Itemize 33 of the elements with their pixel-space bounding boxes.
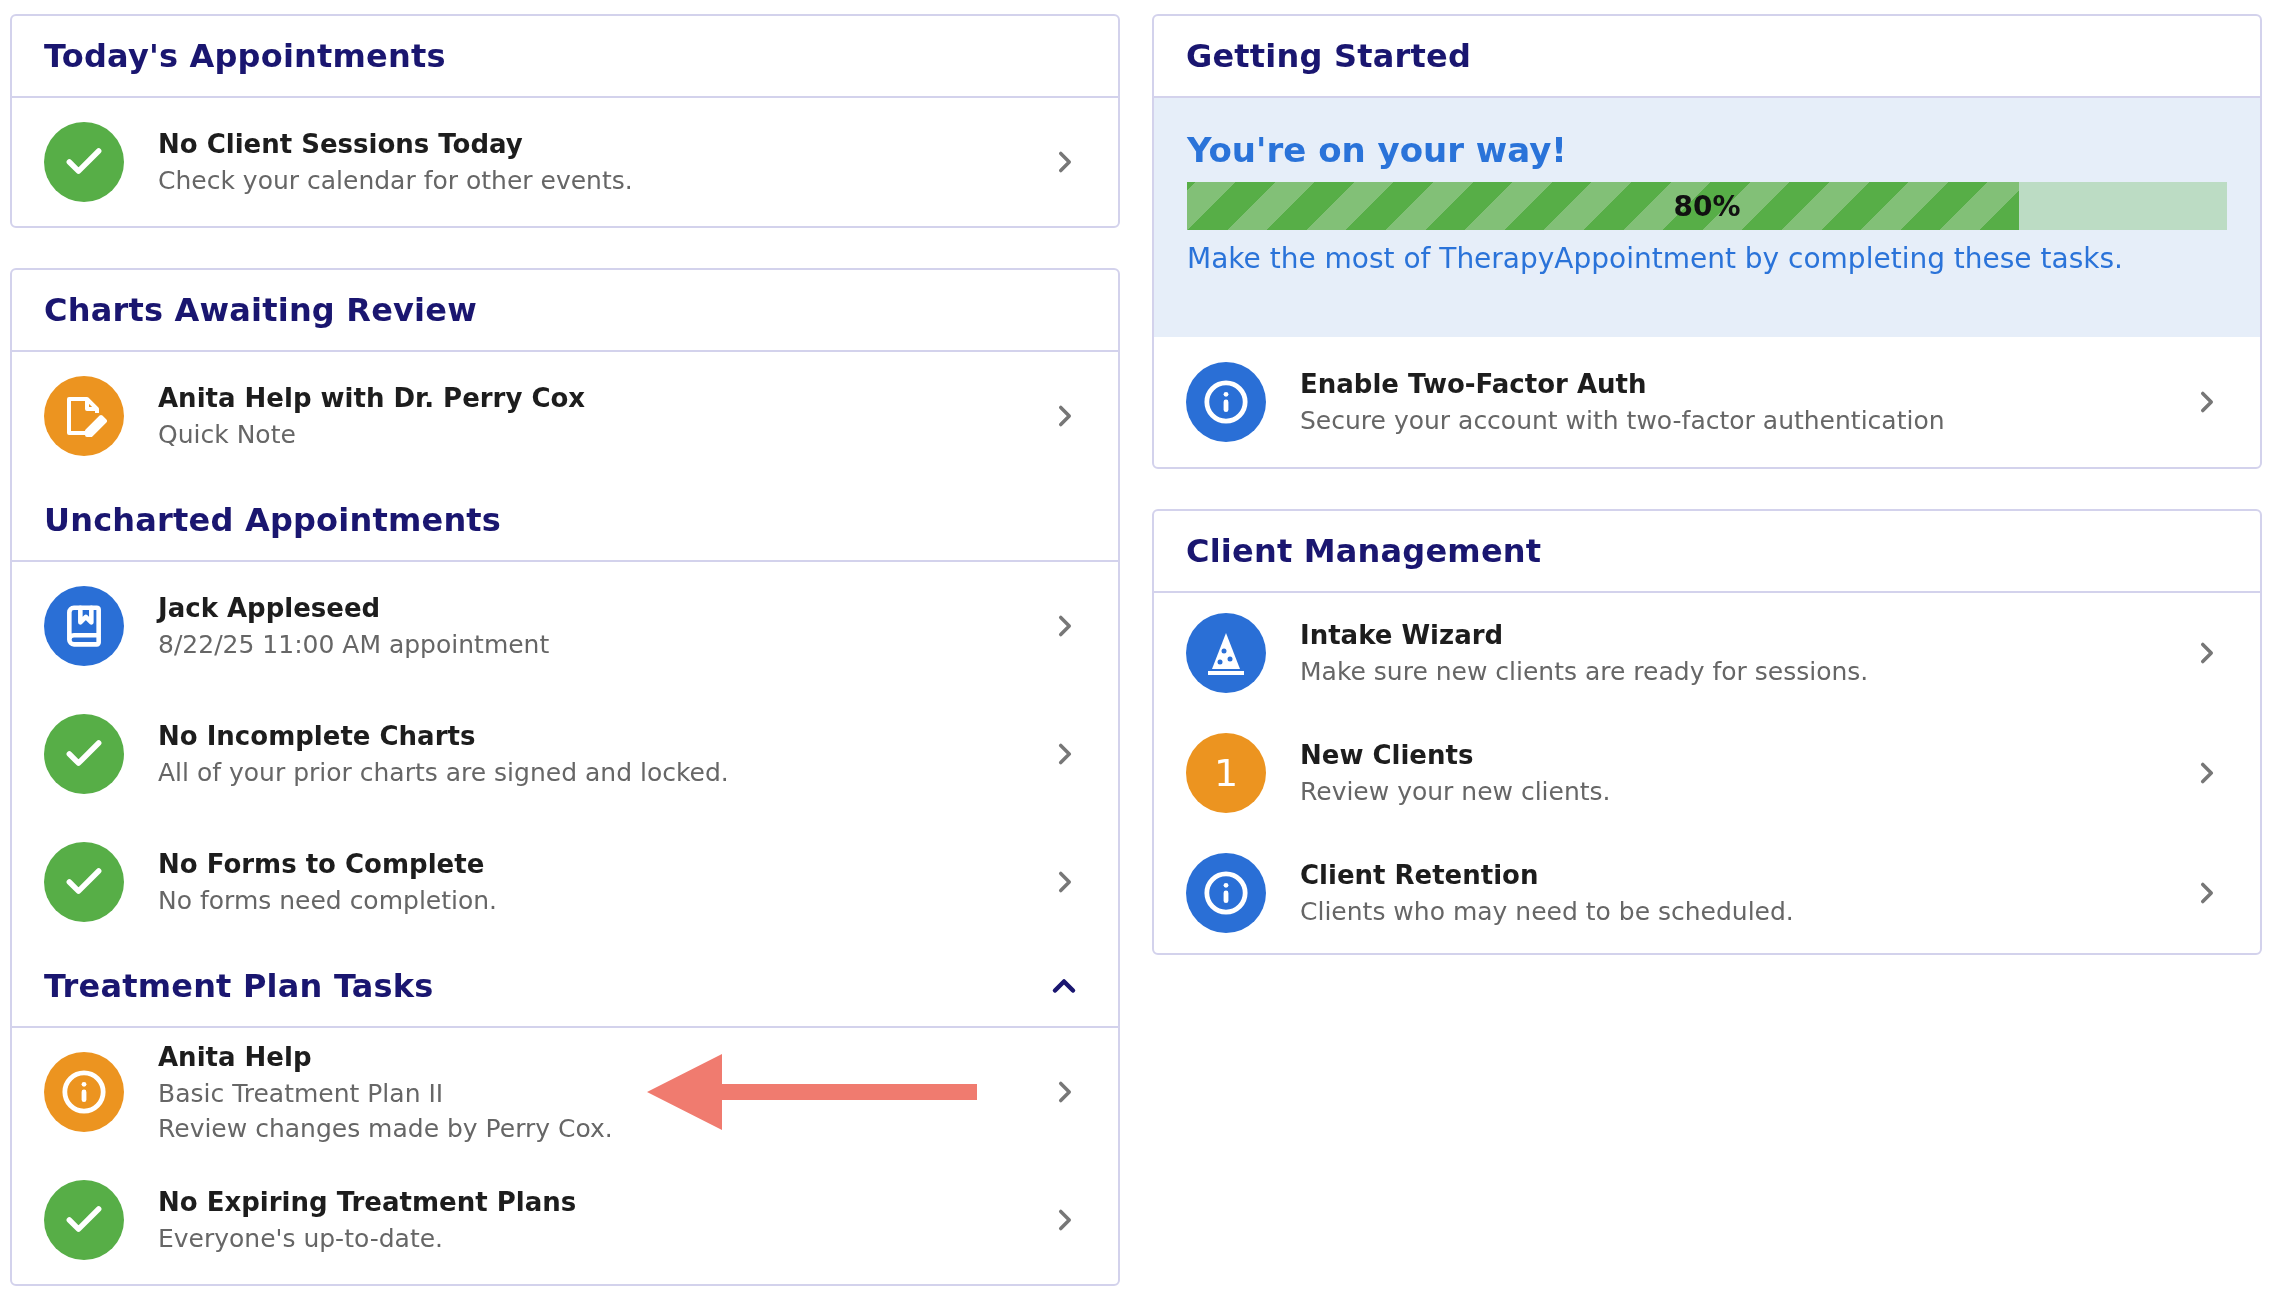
item-description: Basic Treatment Plan II xyxy=(158,1077,445,1110)
item-description: Make sure new clients are ready for sessions. xyxy=(1300,656,1870,688)
section-title: Uncharted Appointments xyxy=(44,501,502,539)
section-title: Getting Started xyxy=(1186,37,1471,75)
section-title: Treatment Plan Tasks xyxy=(44,967,434,1005)
section-title: Charts Awaiting Review xyxy=(44,291,477,329)
item-title: No Incomplete Charts xyxy=(158,720,477,753)
item-title: Enable Two-Factor Auth xyxy=(1300,368,1648,401)
banner-text: Make the most of TherapyAppointment by completing these tasks. xyxy=(1187,242,2124,275)
item-description: Secure your account with two-factor authentication xyxy=(1300,405,1946,437)
item-description: Check your calendar for other events. xyxy=(158,165,634,197)
section-title: Today's Appointments xyxy=(44,37,446,75)
item-title: No Expiring Treatment Plans xyxy=(158,1186,578,1219)
item-title: Anita Help with Dr. Perry Cox xyxy=(158,382,587,415)
item-description: Everyone's up-to-date. xyxy=(158,1223,445,1255)
item-description: Review your new clients. xyxy=(1300,776,1612,808)
item-title: Client Retention xyxy=(1300,859,1540,892)
item-description: All of your prior charts are signed and locked. xyxy=(158,757,730,789)
banner-heading: You're on your way! xyxy=(1187,130,1568,170)
count-badge: 1 xyxy=(1186,733,1266,813)
item-description: 8/22/25 11:00 AM appointment xyxy=(158,629,551,661)
item-description: Quick Note xyxy=(158,419,297,451)
item-title: No Forms to Complete xyxy=(158,848,486,881)
item-title: Jack Appleseed xyxy=(158,592,382,625)
item-title: No Client Sessions Today xyxy=(158,128,524,161)
item-title: Intake Wizard xyxy=(1300,619,1505,652)
progress-label: 80% xyxy=(1672,188,1742,225)
item-title: New Clients xyxy=(1300,739,1475,772)
section-title: Client Management xyxy=(1186,532,1542,570)
item-description: Review changes made by Perry Cox. xyxy=(158,1112,614,1145)
item-description: Clients who may need to be scheduled. xyxy=(1300,896,1795,928)
item-description: No forms need completion. xyxy=(158,885,499,917)
item-title: Anita Help xyxy=(158,1040,313,1074)
